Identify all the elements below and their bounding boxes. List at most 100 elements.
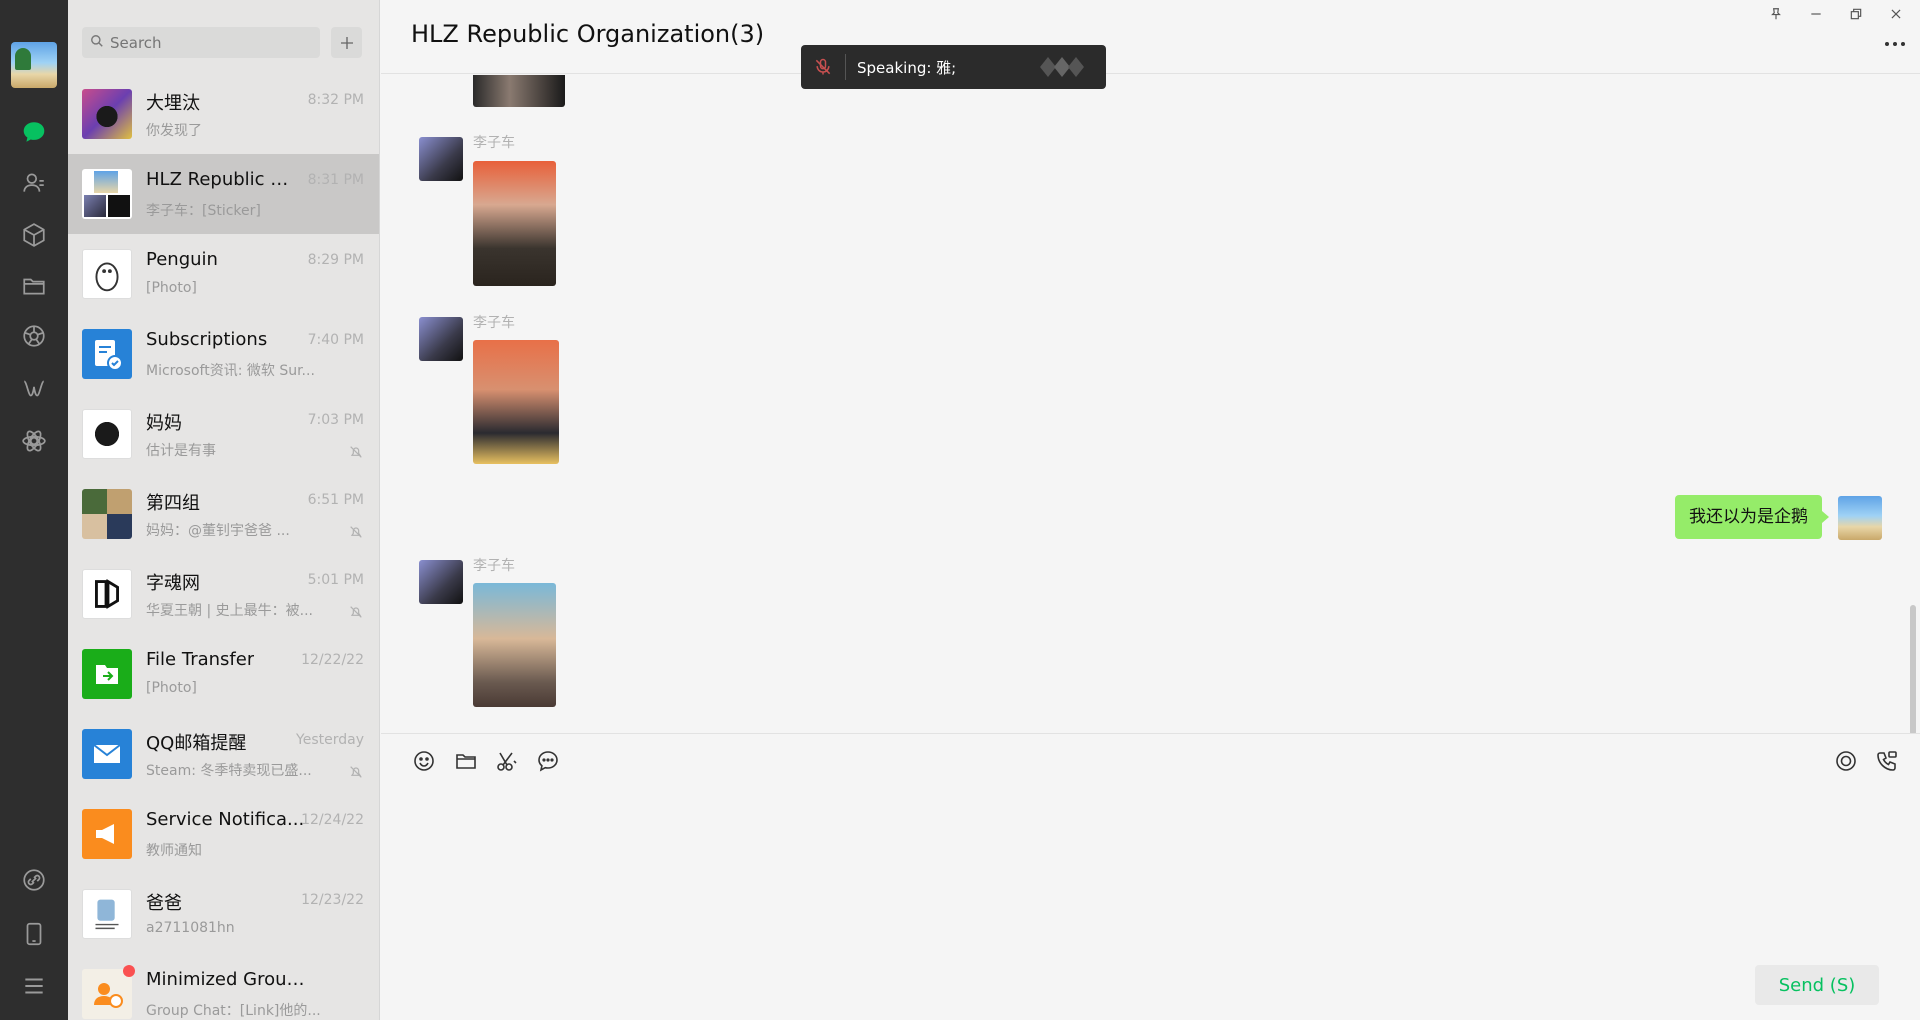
avatar	[82, 889, 132, 939]
conversation-name: 妈妈	[146, 413, 182, 434]
unread-dot	[123, 965, 135, 977]
search-input[interactable]	[110, 33, 300, 52]
conversation-time: 12/23/22	[301, 892, 364, 908]
sender-avatar[interactable]	[419, 317, 463, 361]
message-area[interactable]: 李子车 李子车 我还以为是企鹅 李子车	[381, 75, 1920, 733]
conversation-item[interactable]: File Transfer 12/22/22 [Photo]	[68, 634, 379, 714]
avatar	[82, 249, 132, 299]
conversation-list: 大埋汰 8:32 PM 你发现了 HLZ Republic Or... 8:31…	[68, 0, 380, 1020]
chat-title: HLZ Republic Organization(3)	[411, 20, 765, 48]
photo-message[interactable]	[473, 75, 565, 107]
conversation-name: 第四组	[146, 493, 200, 514]
outgoing-message[interactable]: 我还以为是企鹅	[1675, 495, 1829, 539]
mic-muted-icon[interactable]	[813, 57, 833, 77]
search-box[interactable]	[82, 27, 320, 58]
conversation-item[interactable]: QQ邮箱提醒 Yesterday Steam: 冬季特卖现已盛...	[68, 714, 379, 794]
conversation-item[interactable]: Minimized Groups Group Chat：[Link]他的...	[68, 954, 379, 1020]
call-icon[interactable]	[1874, 748, 1900, 774]
scrollbar[interactable]	[1910, 605, 1916, 733]
mute-icon	[350, 446, 362, 458]
conversation-time: 7:03 PM	[307, 412, 364, 428]
chat-icon[interactable]	[18, 116, 50, 148]
sender-name: 李子车	[473, 135, 515, 151]
send-button[interactable]: Send (S)	[1755, 965, 1879, 1005]
speaking-label: Speaking: 雅;	[857, 59, 957, 77]
divider	[845, 54, 846, 80]
chat-history-icon[interactable]	[535, 748, 561, 774]
favorites-icon[interactable]	[18, 219, 50, 251]
mute-icon	[350, 766, 362, 778]
group-avatar	[82, 169, 132, 219]
conversation-name: Penguin	[146, 249, 218, 270]
pin-icon[interactable]	[1761, 2, 1791, 26]
conversation-item[interactable]: Subscriptions 7:40 PM Microsoft资讯: 微软 Su…	[68, 314, 379, 394]
screenshot-icon[interactable]	[494, 748, 520, 774]
conversation-preview: 妈妈：@董钊宇爸爸 ...	[146, 523, 290, 539]
avatar	[82, 89, 132, 139]
nav-rail	[0, 0, 68, 1020]
photo-message[interactable]	[473, 583, 556, 707]
conversation-preview: Group Chat：[Link]他的...	[146, 1003, 321, 1019]
conversation-item[interactable]: 妈妈 7:03 PM 估计是有事	[68, 394, 379, 474]
more-icon[interactable]	[1880, 34, 1910, 54]
composer: Send (S)	[381, 733, 1920, 1020]
voice-speaking-banner: Speaking: 雅;	[801, 45, 1106, 89]
conversation-item[interactable]: 大埋汰 8:32 PM 你发现了	[68, 74, 379, 154]
conversation-item[interactable]: Service Notifica... 12/24/22 教师通知	[68, 794, 379, 874]
conversation-item[interactable]: Penguin 8:29 PM [Photo]	[68, 234, 379, 314]
conversation-item-active[interactable]: HLZ Republic Or... 8:31 PM 李子车：[Sticker]	[68, 154, 379, 234]
megaphone-icon	[82, 809, 132, 859]
restore-icon[interactable]	[1841, 2, 1871, 26]
photo-message[interactable]	[473, 340, 559, 464]
link-icon[interactable]	[18, 864, 50, 896]
conversation-name: 字魂网	[146, 573, 200, 594]
conversation-name: HLZ Republic Or...	[146, 169, 301, 190]
minimized-groups-icon	[82, 969, 132, 1019]
conversation-time: 6:51 PM	[307, 492, 364, 508]
phone-icon[interactable]	[18, 918, 50, 950]
conversation-preview: a2711081hn	[146, 920, 235, 936]
sender-name: 李子车	[473, 558, 515, 574]
menu-icon[interactable]	[18, 970, 50, 1002]
avatar	[82, 409, 132, 459]
conversation-name: Minimized Groups	[146, 969, 306, 990]
live-icon[interactable]	[1833, 748, 1859, 774]
conversation-name: 大埋汰	[146, 93, 200, 114]
conversation-time: 8:32 PM	[307, 92, 364, 108]
conversation-preview: 华夏王朝 | 史上最牛：被...	[146, 603, 313, 619]
close-icon[interactable]	[1881, 2, 1911, 26]
conversation-name: Service Notifica...	[146, 809, 305, 830]
channels-icon[interactable]	[18, 373, 50, 405]
conversation-preview: 李子车：[Sticker]	[146, 203, 261, 219]
voice-wave-icon	[1040, 57, 1084, 77]
photo-message[interactable]	[473, 161, 556, 286]
folder-icon[interactable]	[18, 270, 50, 302]
conversation-item[interactable]: 字魂网 5:01 PM 华夏王朝 | 史上最牛：被...	[68, 554, 379, 634]
emoji-icon[interactable]	[411, 748, 437, 774]
chat-panel: HLZ Republic Organization(3) 李子车 李子车 我还以…	[381, 0, 1920, 1020]
conversation-item[interactable]: 第四组 6:51 PM 妈妈：@董钊宇爸爸 ...	[68, 474, 379, 554]
file-icon[interactable]	[453, 748, 479, 774]
mini-programs-icon[interactable]	[18, 425, 50, 457]
add-button[interactable]	[331, 27, 362, 58]
moments-icon[interactable]	[18, 320, 50, 352]
conversation-preview: [Photo]	[146, 280, 197, 296]
minimize-icon[interactable]	[1801, 2, 1831, 26]
sender-avatar[interactable]	[419, 137, 463, 181]
conversation-time: 7:40 PM	[307, 332, 364, 348]
sender-name: 李子车	[473, 315, 515, 331]
conversation-preview: Steam: 冬季特卖现已盛...	[146, 763, 312, 779]
conversation-name: Subscriptions	[146, 329, 268, 350]
conversation-item[interactable]: 爸爸 12/23/22 a2711081hn	[68, 874, 379, 954]
my-avatar[interactable]	[1838, 496, 1882, 540]
conversation-time: 12/22/22	[301, 652, 364, 668]
conversation-time: 8:31 PM	[307, 172, 364, 188]
mute-icon	[350, 526, 362, 538]
sender-avatar[interactable]	[419, 560, 463, 604]
contacts-icon[interactable]	[18, 167, 50, 199]
conversation-preview: Microsoft资讯: 微软 Sur...	[146, 363, 315, 379]
mail-icon	[82, 729, 132, 779]
my-avatar[interactable]	[11, 42, 57, 88]
conversation-time: 12/24/22	[301, 812, 364, 828]
conversation-preview: [Photo]	[146, 680, 197, 696]
